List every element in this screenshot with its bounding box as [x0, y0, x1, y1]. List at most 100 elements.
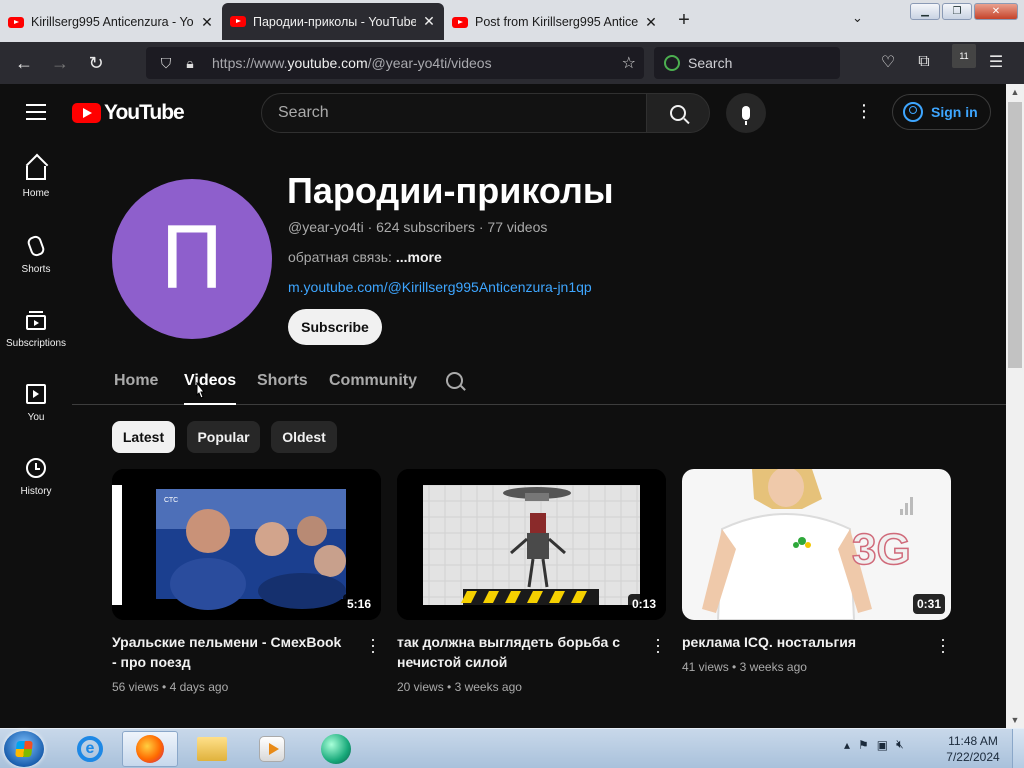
- search-icon: [670, 105, 686, 121]
- youtube-favicon-icon: [8, 16, 24, 28]
- video-duration: 0:31: [912, 594, 945, 614]
- page-scrollbar[interactable]: ▲ ▼: [1006, 84, 1024, 728]
- svg-text:3G: 3G: [852, 525, 911, 574]
- chip-oldest[interactable]: Oldest: [271, 421, 337, 453]
- youtube-search-input[interactable]: Search: [261, 93, 647, 133]
- youtube-logo[interactable]: YouTube: [72, 101, 185, 125]
- restore-button[interactable]: ❐: [942, 3, 972, 20]
- globe-app-icon: [321, 734, 351, 764]
- show-desktop-button[interactable]: [1012, 729, 1024, 768]
- taskbar-file-explorer[interactable]: [184, 731, 240, 767]
- tab-shorts[interactable]: Shorts: [257, 372, 308, 390]
- video-menu-kebab-icon[interactable]: · · ·: [938, 630, 948, 660]
- new-tab-button[interactable]: +: [666, 0, 702, 40]
- sidebar-item-home[interactable]: Home: [0, 142, 72, 216]
- mouse-pointer-icon: [196, 382, 206, 399]
- svg-text:СТС: СТС: [164, 497, 178, 504]
- pocket-icon[interactable]: ♡: [876, 50, 900, 74]
- video-menu-kebab-icon[interactable]: · · ·: [368, 630, 378, 660]
- sidebar-item-history[interactable]: History: [0, 438, 72, 512]
- browser-search-box[interactable]: Search: [654, 47, 840, 79]
- sidebar-item-you[interactable]: You: [0, 364, 72, 438]
- video-title[interactable]: так должна выглядеть борьба с нечистой с…: [397, 632, 629, 672]
- voice-search-button[interactable]: [726, 93, 766, 133]
- sidebar-item-label: History: [20, 486, 52, 497]
- show-hidden-icons-icon[interactable]: ▴: [844, 738, 850, 752]
- video-title[interactable]: Уральские пельмени - СмехBook - про поез…: [112, 632, 344, 672]
- close-tab-icon[interactable]: ✕: [200, 14, 214, 31]
- search-engine-icon: [664, 55, 680, 71]
- channel-handle: @year-yo4ti: [288, 219, 364, 235]
- reload-icon[interactable]: ↻: [78, 47, 114, 79]
- volume-muted-icon[interactable]: 🔇︎: [896, 737, 904, 752]
- browser-tab-label: Kirillserg995 Anticenzura - YouTube: [31, 15, 194, 29]
- shield-icon[interactable]: ⛉: [154, 55, 178, 72]
- channel-link[interactable]: m.youtube.com/@Kirillserg995Anticenzura-…: [288, 279, 592, 295]
- channel-search-icon[interactable]: [446, 372, 463, 389]
- taskbar-app-globe[interactable]: [308, 731, 364, 767]
- video-meta: 41 views • 3 weeks ago: [682, 660, 807, 674]
- thumbnail-image: 3G: [682, 469, 951, 620]
- you-icon: [26, 384, 46, 404]
- action-center-flag-icon[interactable]: ⚑: [858, 738, 869, 752]
- address-bar[interactable]: ⛉ 🔒︎ https://www.youtube.com/@year-yo4ti…: [146, 47, 644, 79]
- video-count: 77 videos: [487, 219, 548, 235]
- subscribe-button[interactable]: Subscribe: [288, 309, 382, 345]
- window-close-button[interactable]: ✕: [974, 3, 1018, 20]
- settings-kebab-icon[interactable]: · · ·: [856, 95, 872, 127]
- youtube-search-button[interactable]: [646, 93, 710, 133]
- browser-tab-3[interactable]: Post from Kirillserg995 Anticenzura ✕: [444, 4, 666, 40]
- channel-name: Пародии-приколы: [287, 170, 614, 211]
- browser-tab-1[interactable]: Kirillserg995 Anticenzura - YouTube ✕: [0, 4, 222, 40]
- chip-popular[interactable]: Popular: [187, 421, 260, 453]
- browser-tab-label: Post from Kirillserg995 Anticenzura: [475, 15, 638, 29]
- tab-home[interactable]: Home: [114, 372, 158, 390]
- lock-icon[interactable]: 🔒︎: [178, 55, 202, 72]
- clock-time: 11:48 AM: [948, 734, 998, 748]
- tab-videos[interactable]: Videos: [184, 372, 237, 405]
- video-thumbnail[interactable]: 3G 0:31: [682, 469, 951, 620]
- hamburger-menu-icon[interactable]: ☰: [984, 50, 1008, 74]
- youtube-wordmark: YouTube: [104, 101, 185, 124]
- video-title[interactable]: реклама ICQ. ностальгия: [682, 632, 914, 652]
- browser-tab-bar: Kirillserg995 Anticenzura - YouTube ✕ Па…: [0, 0, 1024, 42]
- video-thumbnail[interactable]: 0:13: [397, 469, 666, 620]
- ublock-origin-icon[interactable]: ⛨11: [948, 44, 976, 74]
- sidebar-item-shorts[interactable]: Shorts: [0, 216, 72, 290]
- close-tab-icon[interactable]: ✕: [422, 13, 436, 30]
- scrollbar-thumb[interactable]: [1008, 102, 1022, 368]
- tab-community[interactable]: Community: [329, 372, 417, 390]
- scroll-up-arrow-icon[interactable]: ▲: [1006, 84, 1024, 100]
- start-button[interactable]: [4, 731, 44, 767]
- taskbar-media-player[interactable]: [244, 731, 300, 767]
- url-text: https://www.youtube.com/@year-yo4ti/vide…: [212, 55, 492, 71]
- youtube-favicon-icon: [452, 16, 468, 28]
- tab-list-chevron-icon[interactable]: ⌄: [852, 10, 863, 26]
- video-thumbnail[interactable]: СТС 5:16: [112, 469, 381, 620]
- taskbar-internet-explorer[interactable]: e: [62, 731, 118, 767]
- video-duration: 0:13: [627, 594, 660, 614]
- bookmark-star-icon[interactable]: ☆: [622, 53, 636, 73]
- sidebar-item-subscriptions[interactable]: Subscriptions: [0, 290, 72, 364]
- back-arrow-icon[interactable]: ←: [6, 47, 42, 79]
- scroll-down-arrow-icon[interactable]: ▼: [1006, 712, 1024, 728]
- channel-description[interactable]: обратная связь: ...more: [288, 249, 442, 265]
- subscriptions-icon: [26, 311, 46, 330]
- network-icon[interactable]: ▣: [877, 738, 888, 752]
- system-clock[interactable]: 11:48 AM 7/22/2024: [940, 733, 1006, 765]
- close-tab-icon[interactable]: ✕: [644, 14, 658, 31]
- chip-latest[interactable]: Latest: [112, 421, 175, 453]
- channel-avatar[interactable]: П: [112, 179, 272, 339]
- taskbar-firefox[interactable]: [122, 731, 178, 767]
- more-link[interactable]: ...more: [396, 249, 442, 265]
- minimize-button[interactable]: ▁: [910, 3, 940, 20]
- video-menu-kebab-icon[interactable]: · · ·: [653, 630, 663, 660]
- window-controls: ▁ ❐ ✕: [910, 3, 1018, 20]
- sidebar-item-label: You: [27, 412, 45, 423]
- sign-in-button[interactable]: Sign in: [892, 94, 991, 130]
- sidebar-item-label: Subscriptions: [5, 338, 67, 349]
- extensions-puzzle-icon[interactable]: ⧉: [912, 50, 936, 74]
- guide-menu-icon[interactable]: [26, 104, 46, 120]
- browser-tab-2[interactable]: Пародии-приколы - YouTube ✕: [222, 3, 444, 40]
- forward-arrow-icon[interactable]: →: [42, 47, 78, 79]
